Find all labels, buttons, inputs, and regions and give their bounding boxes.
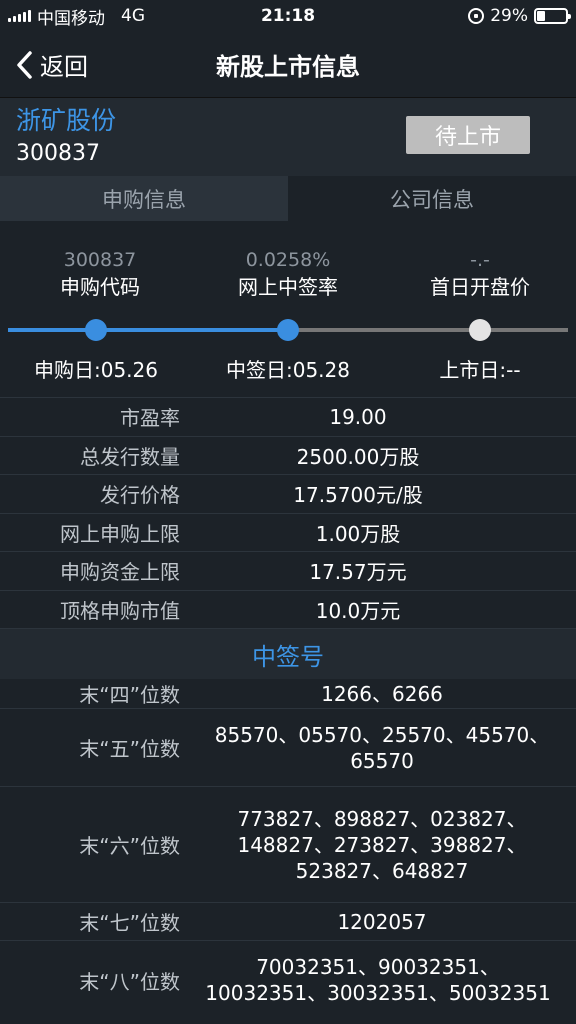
lottery-number-line: 70032351、90032351、 bbox=[256, 955, 500, 979]
tab-subscription-info[interactable]: 申购信息 bbox=[0, 176, 288, 221]
lottery-digits-7-value: 1202057 bbox=[180, 909, 576, 935]
lottery-number-line: 65570 bbox=[350, 748, 414, 773]
step-lottery: 0.0258% 网上中签率 bbox=[188, 247, 388, 301]
lottery-digits-4-label: 末“四”位数 bbox=[79, 683, 180, 707]
online-limit-value: 1.00万股 bbox=[315, 521, 401, 546]
stock-header: 浙矿股份 300837 待上市 bbox=[0, 98, 576, 176]
lottery-digits-8-value: 70032351、90032351、 10032351、30032351、500… bbox=[180, 954, 576, 1006]
table-row: 顶格申购市值 10.0万元 bbox=[0, 591, 576, 629]
status-left: 中国移动 4G bbox=[8, 4, 145, 29]
lottery-date: 中签日:05.28 bbox=[226, 358, 350, 382]
total-issue-value: 2500.00万股 bbox=[296, 444, 420, 469]
fund-limit-label: 申购资金上限 bbox=[60, 560, 180, 585]
lottery-row: 末“六”位数 773827、898827、023827、 148827、2738… bbox=[0, 787, 576, 903]
table-row: 网上申购上限 1.00万股 bbox=[0, 514, 576, 552]
lottery-row: 末“八”位数 70032351、90032351、 10032351、30032… bbox=[0, 941, 576, 1019]
pe-ratio-value: 19.00 bbox=[329, 404, 387, 429]
status-right: 29% bbox=[468, 6, 571, 26]
lottery-number-line: 1266、6266 bbox=[321, 681, 443, 706]
lottery-table: 末“四”位数 1266、6266 末“五”位数 85570、05570、2557… bbox=[0, 679, 576, 1019]
subscription-code-label: 申购代码 bbox=[60, 275, 140, 299]
progress-dot-subscribe bbox=[85, 319, 107, 341]
progress-fill bbox=[8, 328, 288, 332]
market-value-value: 10.0万元 bbox=[315, 598, 401, 623]
lottery-row: 末“五”位数 85570、05570、25570、45570、 65570 bbox=[0, 709, 576, 787]
tab-company-info[interactable]: 公司信息 bbox=[288, 176, 576, 221]
lottery-digits-6-value: 773827、898827、023827、 148827、273827、3988… bbox=[180, 806, 576, 884]
lottery-digits-4-value: 1266、6266 bbox=[180, 681, 576, 707]
opening-price-label: 首日开盘价 bbox=[430, 275, 530, 299]
lottery-number-line: 1202057 bbox=[337, 909, 427, 934]
battery-percent: 29% bbox=[490, 6, 528, 26]
fund-limit-value: 17.57万元 bbox=[309, 560, 407, 585]
listing-date: 上市日:-- bbox=[439, 358, 521, 382]
lottery-digits-5-label: 末“五”位数 bbox=[79, 737, 180, 761]
status-bar: 中国移动 4G 21:18 29% bbox=[0, 0, 576, 32]
ipo-progress: 300837 申购代码 0.0258% 网上中签率 -.- 首日开盘价 申购日:… bbox=[0, 221, 576, 397]
lottery-section-title: 中签号 bbox=[0, 629, 576, 679]
lottery-number-line: 523827、648827 bbox=[295, 858, 469, 883]
table-row: 市盈率 19.00 bbox=[0, 398, 576, 437]
lottery-number-line: 85570、05570、25570、45570、 bbox=[214, 722, 550, 747]
step-listing: -.- 首日开盘价 bbox=[380, 247, 576, 301]
lottery-digits-7-label: 末“七”位数 bbox=[79, 911, 180, 935]
lottery-rate-value: 0.0258% bbox=[245, 249, 331, 271]
opening-price-value: -.- bbox=[470, 249, 490, 271]
table-row: 总发行数量 2500.00万股 bbox=[0, 437, 576, 475]
info-table: 市盈率 19.00 总发行数量 2500.00万股 发行价格 17.5700元/… bbox=[0, 397, 576, 629]
table-row: 发行价格 17.5700元/股 bbox=[0, 475, 576, 514]
chevron-left-icon bbox=[17, 50, 32, 79]
online-limit-label: 网上申购上限 bbox=[60, 521, 180, 546]
listing-status-button[interactable]: 待上市 bbox=[406, 116, 530, 154]
table-row: 申购资金上限 17.57万元 bbox=[0, 552, 576, 591]
nav-bar: 返回 新股上市信息 bbox=[0, 32, 576, 98]
market-value-label: 顶格申购市值 bbox=[60, 598, 180, 623]
back-label: 返回 bbox=[40, 53, 88, 81]
lottery-number-line: 10032351、30032351、50032351 bbox=[205, 981, 551, 1005]
rotation-lock-icon bbox=[468, 8, 485, 24]
progress-dot-listing bbox=[469, 319, 491, 341]
subscription-code-value: 300837 bbox=[63, 249, 137, 271]
lottery-number-line: 773827、898827、023827、 bbox=[237, 806, 527, 831]
progress-dot-lottery bbox=[277, 319, 299, 341]
subscription-date: 申购日:05.26 bbox=[34, 358, 158, 382]
issue-price-label: 发行价格 bbox=[100, 483, 180, 508]
issue-price-value: 17.5700元/股 bbox=[293, 483, 423, 508]
back-button[interactable]: 返回 bbox=[0, 47, 88, 82]
network-label: 4G bbox=[121, 6, 145, 26]
total-issue-label: 总发行数量 bbox=[80, 444, 180, 469]
lottery-row: 末“四”位数 1266、6266 bbox=[0, 679, 576, 709]
tab-bar: 申购信息 公司信息 bbox=[0, 176, 576, 221]
signal-icon bbox=[8, 10, 31, 22]
lottery-digits-6-label: 末“六”位数 bbox=[79, 834, 180, 858]
pe-ratio-label: 市盈率 bbox=[120, 406, 180, 431]
carrier-label: 中国移动 bbox=[37, 8, 105, 29]
lottery-digits-5-value: 85570、05570、25570、45570、 65570 bbox=[180, 722, 576, 774]
lottery-row: 末“七”位数 1202057 bbox=[0, 903, 576, 941]
lottery-number-line: 148827、273827、398827、 bbox=[237, 832, 527, 857]
battery-icon bbox=[534, 8, 571, 24]
lottery-rate-label: 网上中签率 bbox=[238, 275, 338, 299]
lottery-digits-8-label: 末“八”位数 bbox=[79, 969, 180, 994]
step-subscribe: 300837 申购代码 bbox=[0, 247, 200, 301]
